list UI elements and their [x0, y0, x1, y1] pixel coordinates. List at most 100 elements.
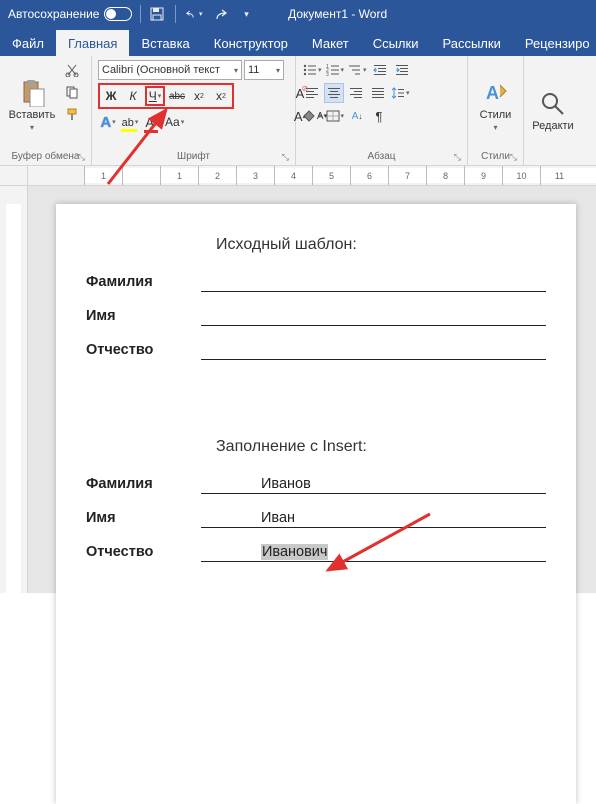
- label-lastname-2: Фамилия: [86, 476, 201, 492]
- group-styles: A Стили ▾ Стили⤡: [468, 56, 524, 165]
- subscript-button[interactable]: x2: [189, 86, 209, 106]
- styles-label: Стили: [480, 109, 512, 121]
- text-effects-button[interactable]: A▾: [98, 112, 118, 132]
- row-lastname-2: Фамилия Иванов: [86, 474, 546, 494]
- label-patronymic-2: Отчество: [86, 544, 201, 560]
- row-lastname-1: Фамилия: [86, 272, 546, 292]
- align-right-button[interactable]: [346, 83, 366, 103]
- italic-button[interactable]: К: [123, 86, 143, 106]
- styles-button[interactable]: A Стили ▾: [474, 60, 517, 150]
- ruler-corner: [0, 166, 28, 186]
- autosave-toggle[interactable]: [104, 7, 132, 21]
- field-lastname-2[interactable]: Иванов: [201, 474, 546, 494]
- superscript-button[interactable]: x2: [211, 86, 231, 106]
- label-firstname-2: Имя: [86, 510, 201, 526]
- group-font: Calibri (Основной текст▾ 11▾ Ж К Ч▾ abc …: [92, 56, 296, 165]
- font-size-combo[interactable]: 11▾: [244, 60, 284, 80]
- group-editing: Редакти: [524, 56, 582, 165]
- tab-design[interactable]: Конструктор: [202, 30, 300, 56]
- ribbon: Вставить ▾ Буфер обмена⤡ Calibri (Основн…: [0, 56, 596, 166]
- show-marks-button[interactable]: ¶: [369, 106, 389, 126]
- value-patronymic-selected: Иванович: [261, 544, 328, 560]
- value-lastname: Иванов: [261, 476, 311, 492]
- svg-text:3: 3: [326, 72, 329, 76]
- label-firstname: Имя: [86, 308, 201, 324]
- horizontal-ruler[interactable]: 11234567891011: [28, 166, 596, 186]
- tab-file[interactable]: Файл: [0, 30, 56, 56]
- row-firstname-1: Имя: [86, 306, 546, 326]
- autosave-label: Автосохранение: [8, 7, 99, 21]
- group-clipboard: Вставить ▾ Буфер обмена⤡: [0, 56, 92, 165]
- tab-layout[interactable]: Макет: [300, 30, 361, 56]
- decrease-indent-button[interactable]: [370, 60, 390, 80]
- group-para-label: Абзац: [367, 151, 395, 162]
- undo-icon[interactable]: ▾: [186, 6, 202, 22]
- tab-review[interactable]: Рецензиро: [513, 30, 596, 56]
- cut-icon[interactable]: [62, 60, 82, 80]
- increase-indent-button[interactable]: [392, 60, 412, 80]
- font-size-value: 11: [248, 64, 259, 76]
- paste-label: Вставить: [9, 109, 56, 121]
- change-case-button[interactable]: Aa▾: [164, 112, 185, 132]
- line-spacing-button[interactable]: ▾: [390, 83, 411, 103]
- svg-text:A: A: [486, 83, 499, 103]
- font-name-value: Calibri (Основной текст: [102, 64, 220, 76]
- field-firstname-1[interactable]: [201, 306, 546, 326]
- align-center-button[interactable]: [324, 83, 344, 103]
- autosave[interactable]: Автосохранение: [0, 7, 140, 21]
- value-firstname: Иван: [261, 510, 295, 526]
- strike-button[interactable]: abc: [167, 86, 187, 106]
- titlebar: Автосохранение ▾ ▾ Документ1 - Word: [0, 0, 596, 28]
- shading-button[interactable]: ▾: [302, 106, 323, 126]
- underline-button[interactable]: Ч▾: [145, 86, 165, 106]
- quick-access-toolbar: ▾ ▾: [149, 5, 254, 23]
- vertical-ruler[interactable]: [0, 186, 28, 593]
- label-patronymic: Отчество: [86, 342, 201, 358]
- editing-label: Редакти: [532, 120, 573, 132]
- group-font-label: Шрифт: [177, 151, 210, 162]
- field-patronymic-2[interactable]: Иванович: [201, 542, 546, 562]
- row-patronymic-1: Отчество: [86, 340, 546, 360]
- numbering-button[interactable]: 123▾: [325, 60, 346, 80]
- heading-template: Исходный шаблон:: [216, 236, 546, 254]
- document-title: Документ1 - Word: [288, 7, 387, 21]
- heading-insert: Заполнение с Insert:: [216, 438, 546, 456]
- styles-launcher-icon[interactable]: ⤡: [510, 152, 517, 163]
- save-icon[interactable]: [149, 6, 165, 22]
- ruler-area: 11234567891011: [0, 166, 596, 186]
- field-firstname-2[interactable]: Иван: [201, 508, 546, 528]
- format-painter-icon[interactable]: [62, 104, 82, 124]
- bold-button[interactable]: Ж: [101, 86, 121, 106]
- multilevel-button[interactable]: ▾: [347, 60, 368, 80]
- tab-home[interactable]: Главная: [56, 30, 129, 56]
- group-styles-label: Стили: [481, 151, 510, 162]
- field-patronymic-1[interactable]: [201, 340, 546, 360]
- bullets-button[interactable]: ▾: [302, 60, 323, 80]
- group-paragraph: ▾ 123▾ ▾ ▾ ▾ ▾ A↓ ¶: [296, 56, 468, 165]
- font-color-button[interactable]: A▾: [142, 112, 162, 132]
- justify-button[interactable]: [368, 83, 388, 103]
- tab-mailings[interactable]: Рассылки: [430, 30, 512, 56]
- para-launcher-icon[interactable]: ⤡: [454, 152, 461, 163]
- clipboard-launcher-icon[interactable]: ⤡: [78, 152, 85, 163]
- redo-icon[interactable]: [212, 6, 228, 22]
- field-lastname-1[interactable]: [201, 272, 546, 292]
- row-firstname-2: Имя Иван: [86, 508, 546, 528]
- editing-button[interactable]: Редакти: [530, 60, 576, 161]
- qat-more-icon[interactable]: ▾: [238, 6, 254, 22]
- document-area: Исходный шаблон: Фамилия Имя Отчество За…: [0, 186, 596, 593]
- copy-icon[interactable]: [62, 82, 82, 102]
- tab-insert[interactable]: Вставка: [129, 30, 201, 56]
- label-lastname: Фамилия: [86, 274, 201, 290]
- highlight-button[interactable]: ab▾: [120, 112, 140, 132]
- paste-button[interactable]: Вставить ▾: [6, 60, 58, 150]
- borders-button[interactable]: ▾: [325, 106, 346, 126]
- group-clipboard-label: Буфер обмена: [12, 151, 80, 162]
- tab-references[interactable]: Ссылки: [361, 30, 431, 56]
- page[interactable]: Исходный шаблон: Фамилия Имя Отчество За…: [56, 204, 576, 804]
- ribbon-tabs: Файл Главная Вставка Конструктор Макет С…: [0, 28, 596, 56]
- font-name-combo[interactable]: Calibri (Основной текст▾: [98, 60, 242, 80]
- sort-button[interactable]: A↓: [347, 106, 367, 126]
- row-patronymic-2: Отчество Иванович: [86, 542, 546, 562]
- font-launcher-icon[interactable]: ⤡: [282, 152, 289, 163]
